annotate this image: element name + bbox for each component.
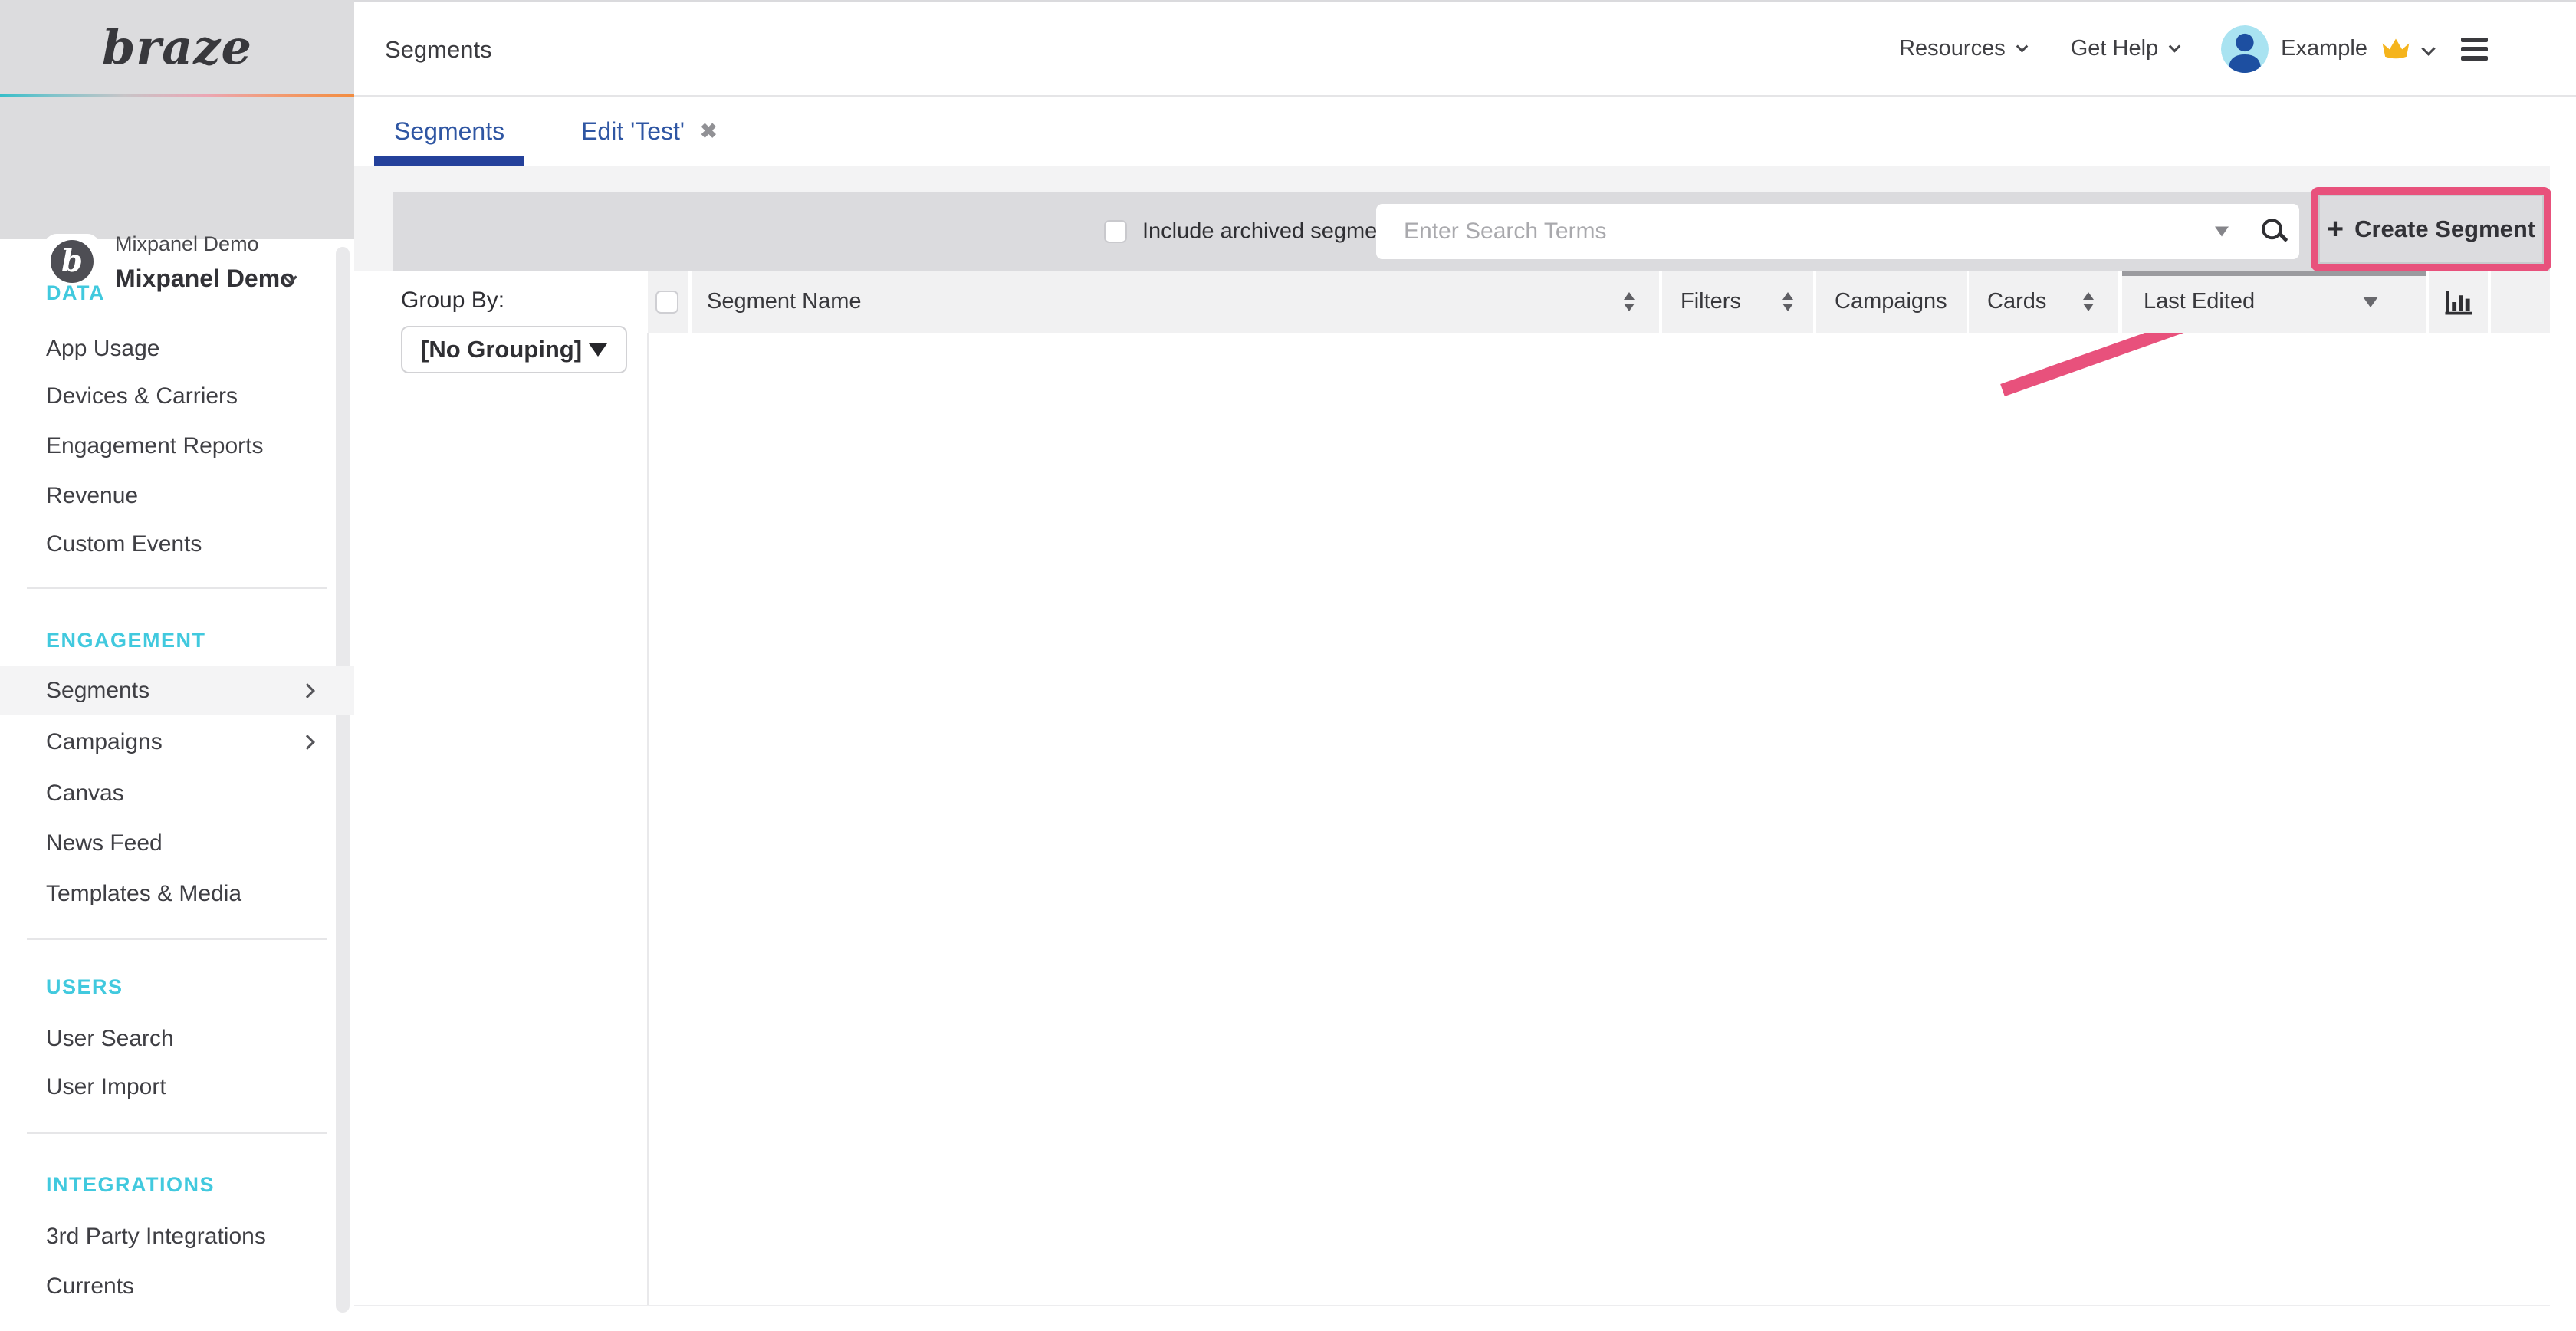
sidebar-item-currents[interactable]: Currents (0, 1270, 354, 1303)
create-segment-button[interactable]: + Create Segment (2318, 195, 2544, 264)
toolbar-container: Include archived segments (354, 166, 2550, 271)
tab-segments[interactable]: Segments (394, 97, 504, 166)
section-title-engagement: ENGAGEMENT (0, 623, 354, 657)
column-label: Cards (1969, 289, 2046, 314)
sort-caret-down-icon[interactable] (2363, 297, 2378, 307)
column-last-edited[interactable]: Last Edited (2122, 271, 2426, 333)
group-by-value: [No Grouping] (421, 336, 589, 363)
page-title: Segments (385, 36, 492, 64)
sidebar-item-canvas[interactable]: Canvas (0, 777, 354, 810)
tab-bar: Segments Edit 'Test' ✖ (354, 97, 2576, 166)
group-by-label: Group By: (401, 288, 504, 314)
crown-icon (2380, 36, 2412, 61)
section-title-users: USERS (0, 970, 354, 1004)
sidebar-item-user-search[interactable]: User Search (0, 1022, 354, 1056)
braze-logo: braze (102, 19, 252, 75)
include-archived-checkbox[interactable] (1104, 220, 1127, 243)
column-filters[interactable]: Filters (1662, 271, 1813, 333)
tab-edit-test[interactable]: Edit 'Test' ✖ (581, 97, 718, 166)
content-bottom-border (354, 1305, 2550, 1306)
sidebar-item-revenue[interactable]: Revenue (0, 479, 354, 513)
sidebar-item-segments[interactable]: Segments (0, 674, 354, 708)
panel-table-divider (647, 333, 649, 1305)
top-header: Segments Resources Get Help Example (354, 2, 2576, 95)
search-input[interactable] (1376, 204, 2299, 259)
bar-chart-icon (2444, 288, 2473, 317)
sidebar-item-devices-carriers[interactable]: Devices & Carriers (0, 380, 354, 413)
workspace-app-label: Mixpanel Demo (115, 232, 259, 256)
sidebar-item-custom-events[interactable]: Custom Events (0, 527, 354, 561)
resources-menu[interactable]: Resources (1899, 36, 2026, 61)
person-icon (2221, 25, 2269, 73)
sort-icon[interactable] (1624, 292, 1635, 311)
sidebar: braze b Mixpanel Demo Mixpanel Demo DATA… (0, 0, 354, 1331)
column-spacer (2491, 271, 2550, 333)
chevron-right-icon (300, 683, 315, 698)
brand-logo-container[interactable]: braze (0, 0, 354, 94)
select-all-checkbox[interactable] (656, 291, 678, 314)
section-title-data: DATA (0, 276, 354, 310)
column-segment-name[interactable]: Segment Name (692, 271, 1659, 333)
get-help-label: Get Help (2071, 36, 2158, 61)
chevron-down-icon (2169, 41, 2181, 53)
get-help-menu[interactable]: Get Help (2071, 36, 2179, 61)
column-label: Filters (1662, 289, 1741, 314)
chevron-down-icon[interactable] (2421, 41, 2435, 55)
sidebar-item-templates-media[interactable]: Templates & Media (0, 877, 354, 911)
column-analytics[interactable] (2429, 271, 2488, 333)
tab-label: Segments (394, 117, 504, 146)
section-title-integrations: INTEGRATIONS (0, 1168, 354, 1201)
sidebar-item-label: Campaigns (46, 729, 163, 755)
sidebar-item-news-feed[interactable]: News Feed (0, 827, 354, 860)
column-cards[interactable]: Cards (1969, 271, 2118, 333)
segments-toolbar: Include archived segments (393, 192, 2550, 271)
sort-icon[interactable] (1783, 292, 1793, 311)
dropdown-caret-icon (589, 343, 607, 357)
annotation-highlight-box: + Create Segment (2311, 187, 2551, 271)
sidebar-item-app-usage[interactable]: App Usage (0, 332, 354, 366)
active-sort-indicator (2122, 271, 2426, 276)
sidebar-item-engagement-reports[interactable]: Engagement Reports (0, 429, 354, 463)
sidebar-item-label: Segments (46, 678, 150, 704)
group-by-dropdown[interactable]: [No Grouping] (401, 326, 627, 373)
header-right-group: Resources Get Help Example (1899, 2, 2488, 95)
column-label: Segment Name (692, 289, 862, 314)
sidebar-divider (27, 587, 327, 589)
workspace-selector[interactable]: b Mixpanel Demo Mixpanel Demo (0, 97, 354, 239)
account-menu[interactable]: Example (2281, 36, 2367, 61)
plus-icon: + (2327, 215, 2344, 244)
select-all-cell (648, 271, 688, 333)
sidebar-item-campaigns[interactable]: Campaigns (0, 725, 354, 759)
account-name: Example (2281, 36, 2367, 61)
column-campaigns[interactable]: Campaigns (1816, 271, 1967, 333)
create-segment-label: Create Segment (2354, 215, 2535, 243)
search-icon[interactable] (2262, 219, 2282, 239)
chevron-down-icon (2016, 41, 2028, 53)
chevron-right-icon (300, 735, 315, 750)
resources-label: Resources (1899, 36, 2006, 61)
sidebar-item-3rd-party-integrations[interactable]: 3rd Party Integrations (0, 1220, 354, 1254)
column-label: Campaigns (1816, 289, 1947, 314)
user-avatar[interactable] (2221, 25, 2269, 73)
search-dropdown-caret-icon[interactable] (2215, 226, 2229, 236)
include-archived-label: Include archived segments (1142, 219, 1407, 244)
tab-label: Edit 'Test' (581, 117, 685, 146)
sidebar-divider (27, 1132, 327, 1134)
sort-icon[interactable] (2083, 292, 2094, 311)
column-label: Last Edited (2122, 289, 2255, 314)
hamburger-menu-icon[interactable] (2461, 38, 2488, 61)
sidebar-divider (27, 938, 327, 940)
sidebar-item-user-import[interactable]: User Import (0, 1070, 354, 1104)
close-icon[interactable]: ✖ (700, 120, 718, 143)
segments-table-header: Segment Name Filters Campaigns Cards Las… (648, 271, 2550, 333)
